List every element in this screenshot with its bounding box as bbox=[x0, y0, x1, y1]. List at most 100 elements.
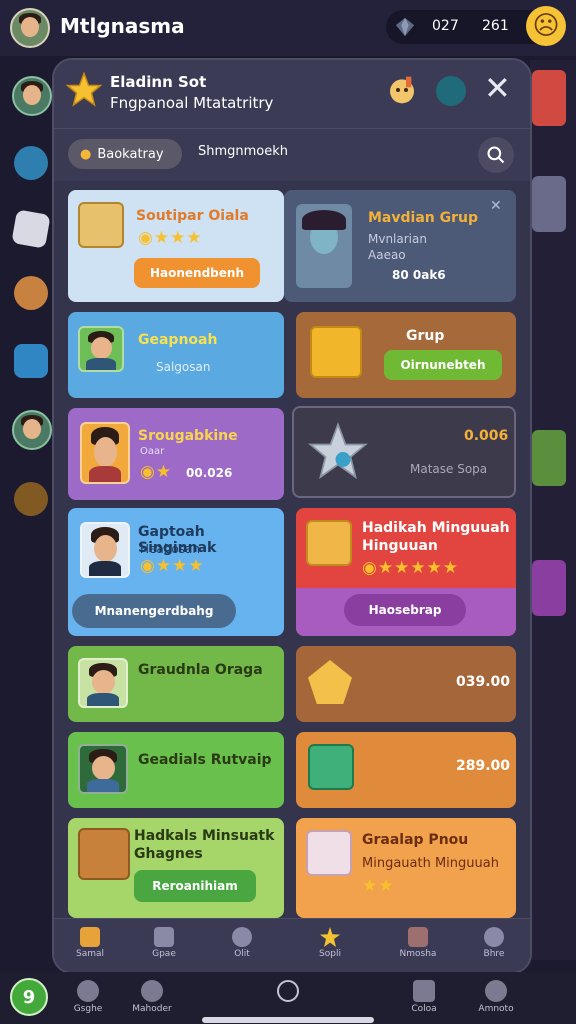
search-button[interactable] bbox=[478, 137, 514, 173]
friend-avatar[interactable] bbox=[12, 410, 52, 450]
nav-label: Bhre bbox=[483, 949, 505, 959]
bottom-item[interactable]: Gsghe bbox=[60, 978, 116, 1014]
nav-label: Gpae bbox=[152, 949, 176, 959]
card-button[interactable]: Haonendbenh bbox=[134, 258, 260, 288]
nav-item[interactable]: Bhre bbox=[464, 925, 524, 969]
bottom-item[interactable]: Amnoto bbox=[468, 978, 524, 1014]
card-value: 00.026 bbox=[186, 466, 233, 480]
tab-label: Baokatray bbox=[97, 146, 164, 162]
nav-item[interactable]: Gpae bbox=[134, 925, 194, 969]
side-tile bbox=[532, 430, 566, 486]
character-portrait bbox=[296, 204, 352, 288]
card-13[interactable]: Hadkals Minsuatk Ghagnes Reroanihiam bbox=[68, 818, 284, 918]
card-value: 289.00 bbox=[456, 758, 511, 774]
bottom-item[interactable] bbox=[260, 978, 316, 1004]
helmet-icon bbox=[141, 980, 163, 1002]
card-icon[interactable] bbox=[11, 209, 51, 249]
card-12[interactable]: 289.00 bbox=[296, 732, 516, 808]
modal-dialog: Eladinn Sot Fngpanoal Mtatatritry ✕ ● Bao… bbox=[54, 60, 530, 972]
home-indicator bbox=[202, 1017, 374, 1023]
bottom-item[interactable]: Coloa bbox=[396, 978, 452, 1014]
card-10[interactable]: 039.00 bbox=[296, 646, 516, 722]
nav-label: Olit bbox=[234, 949, 250, 959]
nav-item[interactable]: Olit bbox=[212, 925, 272, 969]
card-title: Grup bbox=[406, 328, 445, 344]
house-icon bbox=[78, 828, 130, 880]
card-button[interactable]: Mnanengerdbahg bbox=[72, 594, 236, 628]
close-icon[interactable]: ✕ bbox=[484, 72, 511, 104]
card-subtitle: Mingauath Minguuah bbox=[362, 856, 499, 871]
card-title: Soutipar Oiala bbox=[136, 208, 249, 224]
bag-icon bbox=[413, 980, 435, 1002]
card-button[interactable]: Reroanihiam bbox=[134, 870, 256, 902]
home-icon bbox=[80, 927, 100, 947]
bag-icon: ● bbox=[80, 146, 92, 162]
card-title: Hadikah Minguuah bbox=[362, 520, 510, 536]
gold-gem-icon bbox=[308, 660, 352, 704]
gift-box-icon bbox=[306, 830, 352, 876]
emoji-face-icon[interactable]: ☹ bbox=[526, 6, 566, 46]
bottom-label: Gsghe bbox=[73, 1004, 103, 1014]
currency-b-value: 261 bbox=[482, 18, 509, 34]
card-4[interactable]: Grup Oirnunebteh bbox=[296, 312, 516, 398]
card-11[interactable]: Geadials Rutvaip bbox=[68, 732, 284, 808]
modal-subtitle: Fngpanoal Mtatatritry bbox=[110, 94, 274, 112]
character-icon[interactable] bbox=[14, 276, 48, 310]
modal-title: Eladinn Sot bbox=[110, 73, 207, 91]
bottom-label: Coloa bbox=[411, 1004, 437, 1014]
character-thumb bbox=[78, 744, 128, 794]
nav-label: Samal bbox=[75, 949, 104, 959]
nav-item[interactable]: Nmosha bbox=[388, 925, 448, 969]
card-14[interactable]: Graalap Pnou Mingauath Minguuah ★★ bbox=[296, 818, 516, 918]
sidebar-avatar[interactable] bbox=[12, 76, 52, 116]
character-thumb bbox=[78, 326, 124, 372]
star-badge-icon bbox=[308, 422, 368, 480]
globe-icon bbox=[154, 927, 174, 947]
currency-a-value: 027 bbox=[432, 18, 459, 34]
tab-second[interactable]: Shmgnmoekh bbox=[198, 144, 288, 159]
card-3[interactable]: Geapnoah Salgosan bbox=[68, 312, 284, 398]
close-icon[interactable]: ✕ bbox=[490, 198, 502, 214]
modal-tabs: ● Baokatray Shmgnmoekh bbox=[54, 128, 530, 181]
card-7[interactable]: Gaptoah Singinnak Heabosan ◉★★★ Mnanenge… bbox=[68, 508, 284, 636]
card-2[interactable]: Mavdian Grup Mvnlarian Aaeao 80 0ak6 ✕ bbox=[284, 190, 516, 302]
mascot-icon[interactable] bbox=[386, 74, 418, 106]
card-title: Hadkals Minsuatk bbox=[134, 828, 275, 844]
green-box-icon bbox=[308, 744, 354, 790]
center-circle-icon bbox=[277, 980, 299, 1002]
card-value: 80 0ak6 bbox=[392, 268, 446, 282]
character-thumb bbox=[78, 658, 128, 708]
card-subtitle: Matase Sopa bbox=[410, 462, 488, 476]
map-pin-button[interactable]: 9 bbox=[10, 978, 48, 1016]
card-subtitle: Salgosan bbox=[156, 360, 211, 374]
card-1[interactable]: Soutipar Oiala ◉★★★ Haonendbenh bbox=[68, 190, 284, 302]
card-button[interactable]: Haosebrap bbox=[344, 594, 466, 626]
coin-icon[interactable] bbox=[14, 482, 48, 516]
stars: ★★ bbox=[362, 876, 395, 896]
card-5[interactable]: Srougabkine Oaar ◉★ 00.026 bbox=[68, 408, 284, 500]
card-value: 0.006 bbox=[464, 428, 509, 444]
player-avatar[interactable] bbox=[10, 8, 50, 48]
nav-item[interactable]: Samal bbox=[60, 925, 120, 969]
tab-first[interactable]: ● Baokatray bbox=[68, 139, 182, 169]
gem-icon bbox=[395, 17, 415, 37]
card-9[interactable]: Graudnla Oraga bbox=[68, 646, 284, 722]
globe-icon[interactable] bbox=[436, 76, 466, 106]
chat-bubble-icon[interactable] bbox=[14, 146, 48, 180]
side-tile bbox=[532, 176, 566, 232]
gift-icon[interactable] bbox=[14, 344, 48, 378]
star-icon bbox=[66, 72, 102, 107]
card-8[interactable]: Hadikah Minguuah Hinguuan ◉★★★★★ Haosebr… bbox=[296, 508, 516, 636]
card-6[interactable]: 0.006 Matase Sopa bbox=[292, 406, 516, 498]
bottom-item[interactable]: Mahoder bbox=[124, 978, 180, 1014]
character-thumb bbox=[80, 422, 130, 484]
card-button[interactable]: Oirnunebteh bbox=[384, 350, 502, 380]
stars: ◉★★★★★ bbox=[362, 558, 460, 578]
stars: ◉★★★ bbox=[138, 228, 203, 248]
character-thumb bbox=[80, 522, 130, 578]
nav-item[interactable]: Sopli bbox=[300, 925, 360, 969]
stars: ◉★★★ bbox=[140, 556, 205, 576]
gear-icon bbox=[77, 980, 99, 1002]
crate-icon bbox=[306, 520, 352, 566]
card-title-2: Hinguuan bbox=[362, 538, 438, 554]
